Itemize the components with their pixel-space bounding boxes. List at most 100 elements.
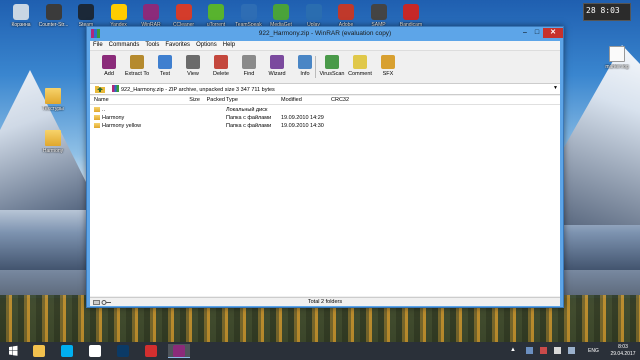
desktop-icon-label: Текстуры bbox=[42, 106, 64, 112]
info-icon bbox=[298, 55, 312, 69]
desktop-icon[interactable]: Корзина bbox=[4, 4, 38, 28]
status-text: Total 2 folders bbox=[307, 299, 343, 305]
menu-file[interactable]: File bbox=[90, 41, 106, 49]
clock-date: 29.04.2017 bbox=[610, 351, 636, 357]
toolbar-button-label: SFX bbox=[382, 71, 394, 77]
clock[interactable]: 8:03 29.04.2017 bbox=[608, 344, 638, 358]
app-shortcut-icon bbox=[240, 4, 257, 20]
desktop-icon-textures[interactable]: Текстуры bbox=[36, 88, 70, 112]
desktop-icon-harmony[interactable]: Harmony bbox=[36, 130, 70, 154]
taskbar-photoshop-button[interactable] bbox=[112, 344, 134, 358]
folder-icon bbox=[94, 107, 100, 112]
taskbar-winrar-button[interactable] bbox=[168, 344, 190, 358]
system-tray: ▲ ENG 8:03 29.04.2017 bbox=[500, 342, 640, 360]
app-shortcut-icon bbox=[338, 4, 354, 20]
volume-icon[interactable] bbox=[554, 347, 561, 354]
toolbar-wizard-button[interactable]: Wizard bbox=[263, 54, 291, 80]
desktop-icon[interactable]: TeamSpeak bbox=[232, 4, 266, 28]
column-header-crc32[interactable]: CRC32 bbox=[331, 97, 371, 103]
toolbar-button-label: VirusScan bbox=[319, 71, 345, 77]
column-header-size[interactable]: Size bbox=[172, 97, 200, 103]
taskbar-explorer-button[interactable] bbox=[28, 344, 50, 358]
windows-logo-icon bbox=[9, 345, 18, 356]
table-row[interactable]: Harmony yellow Папка с файлами 19.09.2010 … bbox=[90, 122, 560, 130]
column-header-name[interactable]: Name bbox=[94, 97, 174, 103]
desktop-icon-marker-log[interactable]: marker.log bbox=[600, 46, 634, 70]
desktop-icon[interactable]: WinRAR bbox=[134, 4, 168, 28]
folder-icon bbox=[45, 130, 61, 146]
desktop-icon-label: marker.log bbox=[605, 64, 629, 70]
desktop-icon[interactable]: Bandicam bbox=[394, 4, 428, 28]
virusscan-icon bbox=[325, 55, 339, 69]
desktop-icon[interactable]: Uplay bbox=[297, 4, 331, 28]
toolbar: Add Extract To Test View Delete Find Wizard Inf… bbox=[90, 52, 560, 82]
desktop-icon[interactable]: Yandex bbox=[102, 4, 136, 28]
toolbar-find-button[interactable]: Find bbox=[235, 54, 263, 80]
window-title: 922_Harmony.zip - WinRAR (evaluation cop… bbox=[258, 30, 392, 37]
menu-tools[interactable]: Tools bbox=[142, 41, 162, 49]
close-button[interactable]: ✕ bbox=[543, 28, 563, 38]
antivirus-icon[interactable] bbox=[540, 347, 547, 354]
address-field[interactable]: 922_Harmony.zip - ZIP archive, unpacked … bbox=[112, 85, 552, 94]
toolbar-test-button[interactable]: Test bbox=[151, 54, 179, 80]
title-bar[interactable]: 922_Harmony.zip - WinRAR (evaluation cop… bbox=[87, 27, 563, 41]
maximize-button[interactable]: □ bbox=[531, 28, 543, 38]
table-row[interactable]: .. Локальный диск bbox=[90, 106, 560, 114]
app-shortcut-icon bbox=[78, 4, 94, 20]
menu-help[interactable]: Help bbox=[220, 41, 238, 49]
app-shortcut-icon bbox=[45, 4, 62, 20]
desktop-icon[interactable]: Steam bbox=[69, 4, 103, 28]
column-header-packed[interactable]: Packed bbox=[201, 97, 225, 103]
delete-icon bbox=[214, 55, 228, 69]
desktop-icon-label: Корзина bbox=[11, 22, 31, 28]
app-shortcut-icon bbox=[305, 4, 322, 20]
desktop-icon[interactable]: CCleaner bbox=[167, 4, 201, 28]
toolbar-view-button[interactable]: View bbox=[179, 54, 207, 80]
minimize-button[interactable]: – bbox=[519, 28, 531, 38]
taskbar-record-button[interactable] bbox=[140, 344, 162, 358]
photoshop-icon bbox=[117, 345, 129, 357]
zip-archive-icon bbox=[112, 85, 119, 92]
desktop-icon[interactable]: Adobe bbox=[329, 4, 363, 28]
toolbar-virusscan-button[interactable]: VirusScan bbox=[318, 54, 346, 80]
column-header-type[interactable]: Type bbox=[226, 97, 281, 103]
document-icon bbox=[609, 46, 625, 62]
menu-favorites[interactable]: Favorites bbox=[162, 41, 193, 49]
desktop-icon[interactable]: SAMP bbox=[362, 4, 396, 28]
gadget-time: 28 8:03 bbox=[586, 6, 620, 15]
explorer-icon bbox=[33, 345, 45, 357]
up-folder-button[interactable] bbox=[94, 85, 106, 94]
file-list-header: Name Size Packed Type Modified CRC32 bbox=[90, 96, 560, 105]
start-button[interactable] bbox=[2, 344, 24, 358]
view-icon bbox=[186, 55, 200, 69]
network-icon[interactable] bbox=[526, 347, 533, 354]
cell-type: Папка с файлами bbox=[226, 115, 272, 121]
toolbar-button-label: View bbox=[187, 71, 199, 77]
toolbar-sfx-button[interactable]: SFX bbox=[374, 54, 402, 80]
toolbar-button-label: Comment bbox=[348, 71, 372, 77]
chevron-up-icon[interactable]: ▲ bbox=[510, 347, 517, 354]
menu-commands[interactable]: Commands bbox=[106, 41, 143, 49]
desktop-icon[interactable]: uTorrent bbox=[199, 4, 233, 28]
clock-gadget[interactable]: 28 8:03 bbox=[583, 3, 631, 21]
battery-icon[interactable] bbox=[568, 347, 575, 354]
taskbar-yandex-browser-button[interactable] bbox=[84, 344, 106, 358]
menu-options[interactable]: Options bbox=[193, 41, 220, 49]
desktop-icon[interactable]: Counter-Str... bbox=[37, 4, 71, 28]
chevron-down-icon[interactable]: ▼ bbox=[553, 85, 559, 91]
language-indicator[interactable]: ENG bbox=[588, 348, 599, 354]
taskbar-skype-button[interactable] bbox=[56, 344, 78, 358]
toolbar-extract-button[interactable]: Extract To bbox=[123, 54, 151, 80]
toolbar-delete-button[interactable]: Delete bbox=[207, 54, 235, 80]
toolbar-add-button[interactable]: Add bbox=[95, 54, 123, 80]
address-bar: 922_Harmony.zip - ZIP archive, unpacked … bbox=[90, 83, 560, 95]
table-row[interactable]: Harmony Папка с файлами 19.09.2010 14:29 bbox=[90, 114, 560, 122]
toolbar-comment-button[interactable]: Comment bbox=[346, 54, 374, 80]
desktop-icon[interactable]: MediaGet bbox=[264, 4, 298, 28]
app-shortcut-icon bbox=[143, 4, 159, 20]
cell-type: Папка с файлами bbox=[226, 123, 272, 129]
cell-name: Harmony yellow bbox=[94, 123, 174, 129]
app-shortcut-icon bbox=[370, 4, 387, 20]
column-header-modified[interactable]: Modified bbox=[281, 97, 329, 103]
winrar-window: 922_Harmony.zip - WinRAR (evaluation cop… bbox=[86, 26, 564, 308]
